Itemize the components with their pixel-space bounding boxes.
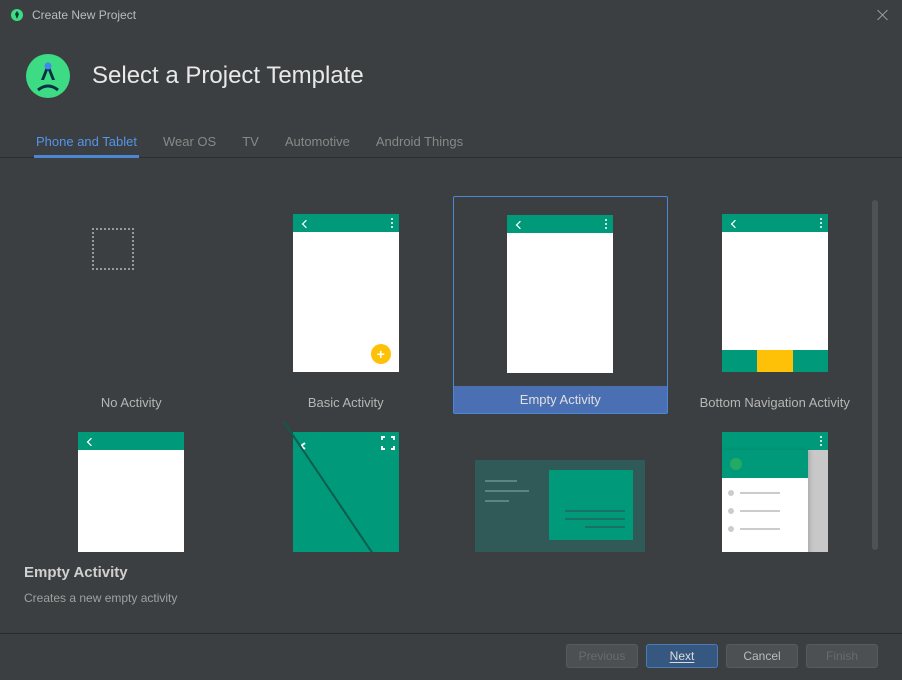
overflow-icon (605, 219, 607, 229)
template-preview (293, 432, 399, 552)
template-preview (475, 460, 645, 552)
template-row2-1[interactable] (24, 414, 239, 552)
template-preview: + (293, 214, 399, 372)
previous-button[interactable]: Previous (566, 644, 638, 668)
titlebar: Create New Project (0, 0, 902, 30)
tab-phone-tablet[interactable]: Phone and Tablet (36, 130, 137, 157)
android-studio-icon (10, 8, 24, 22)
template-row2-3[interactable] (453, 414, 668, 552)
wizard-buttons: Previous Next Cancel Finish (566, 644, 878, 668)
header: Select a Project Template (0, 30, 902, 130)
description-title: Empty Activity (24, 564, 878, 581)
empty-placeholder-icon (92, 228, 134, 270)
scrollbar[interactable] (872, 200, 878, 550)
template-label: Basic Activity (239, 395, 454, 410)
finish-button[interactable]: Finish (806, 644, 878, 668)
template-label: No Activity (24, 395, 239, 410)
template-bottom-nav-activity[interactable]: Bottom Navigation Activity (668, 196, 883, 414)
back-arrow-icon (299, 218, 309, 228)
template-preview (78, 432, 184, 552)
fab-plus-icon: + (371, 344, 391, 364)
template-preview (507, 215, 613, 373)
template-basic-activity[interactable]: + Basic Activity (239, 196, 454, 414)
description-panel: Empty Activity Creates a new empty activ… (24, 558, 878, 630)
template-preview (722, 214, 828, 372)
template-label: Bottom Navigation Activity (668, 395, 883, 410)
cancel-button[interactable]: Cancel (726, 644, 798, 668)
tab-bar: Phone and Tablet Wear OS TV Automotive A… (0, 130, 902, 158)
template-label: Empty Activity (454, 392, 667, 407)
template-preview (78, 214, 184, 372)
template-grid: No Activity + Basic Activity Empty Activ (24, 196, 882, 552)
window-title: Create New Project (32, 8, 136, 22)
template-grid-viewport: No Activity + Basic Activity Empty Activ (24, 196, 882, 552)
template-preview (722, 432, 828, 552)
divider (0, 633, 902, 634)
template-row2-2[interactable] (239, 414, 454, 552)
tab-automotive[interactable]: Automotive (285, 130, 350, 157)
tab-tv[interactable]: TV (242, 130, 259, 157)
overflow-icon (820, 218, 822, 228)
close-icon[interactable] (876, 8, 890, 22)
template-no-activity[interactable]: No Activity (24, 196, 239, 414)
description-text: Creates a new empty activity (24, 591, 878, 605)
template-empty-activity[interactable]: Empty Activity (453, 196, 668, 414)
back-arrow-icon (513, 219, 523, 229)
android-studio-logo-icon (24, 52, 72, 100)
overflow-icon (820, 436, 822, 446)
tab-wear-os[interactable]: Wear OS (163, 130, 216, 157)
back-arrow-icon (728, 218, 738, 228)
overflow-icon (391, 218, 393, 228)
page-title: Select a Project Template (92, 62, 364, 90)
tab-android-things[interactable]: Android Things (376, 130, 463, 157)
template-row2-4[interactable] (668, 414, 883, 552)
back-arrow-icon (84, 436, 94, 446)
next-button[interactable]: Next (646, 644, 718, 668)
nav-drawer-icon (722, 450, 808, 552)
